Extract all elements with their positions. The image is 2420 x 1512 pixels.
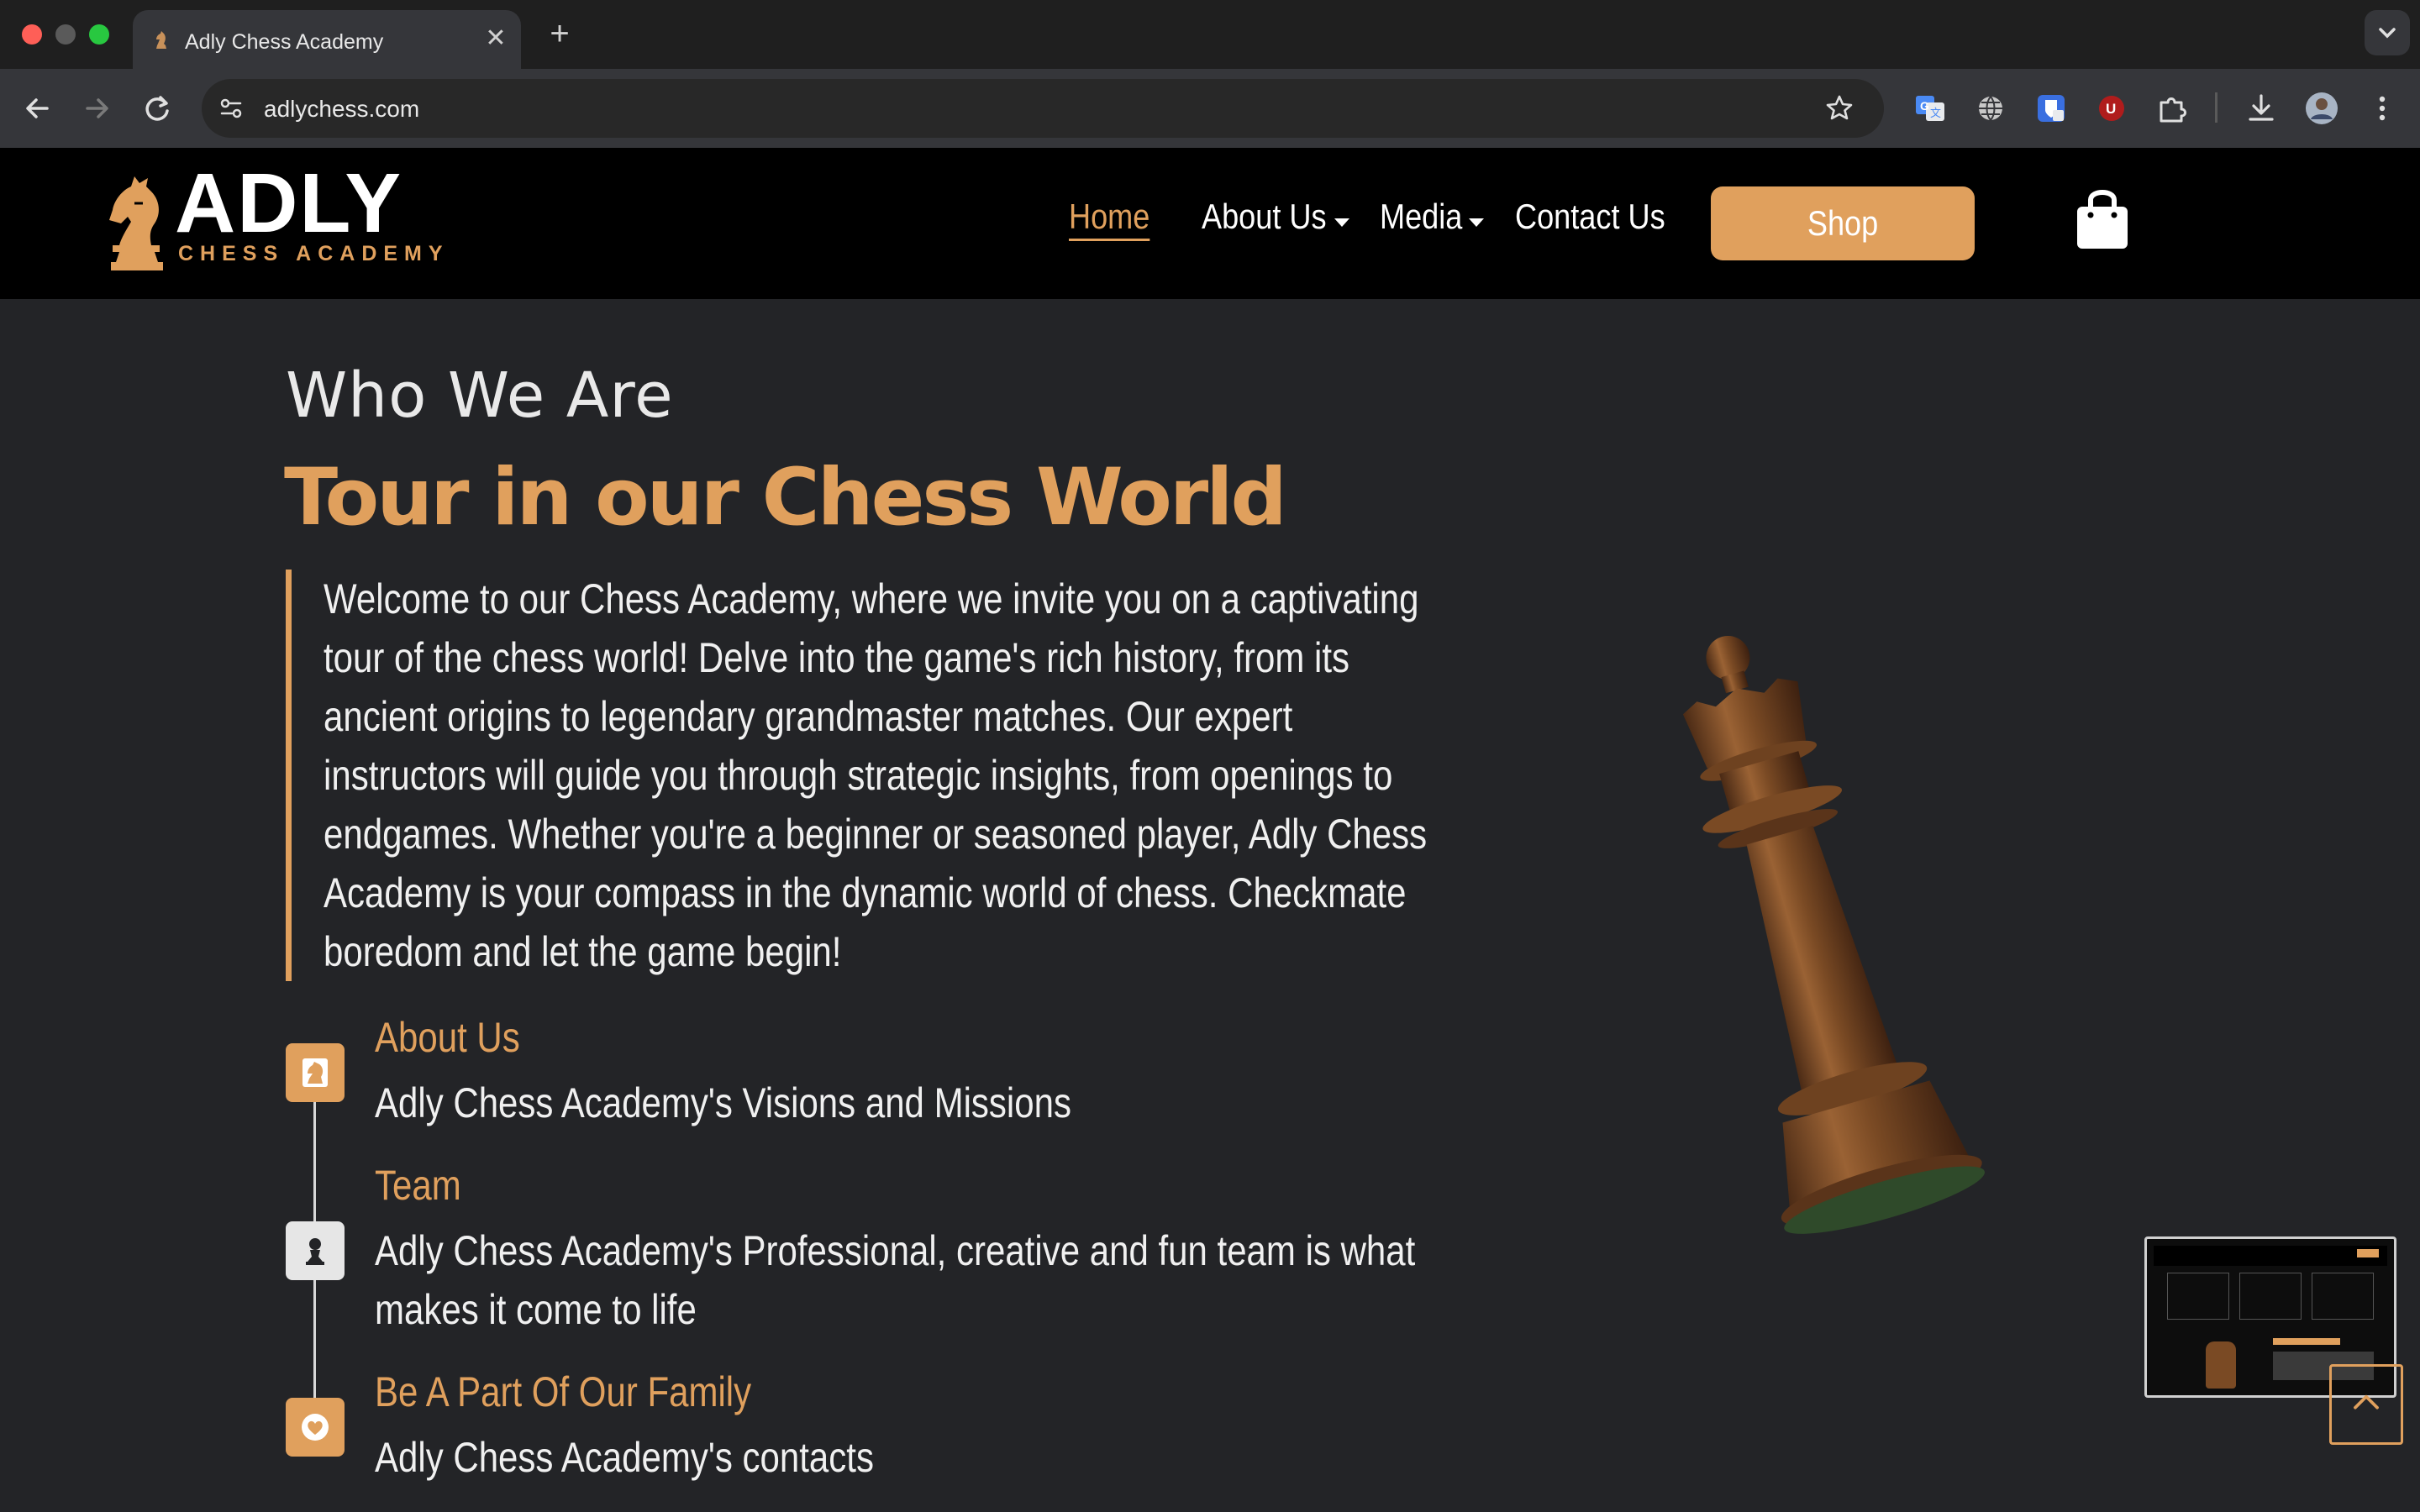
more-menu-icon[interactable]	[2361, 87, 2403, 129]
timeline-title-about[interactable]: About Us	[375, 1013, 520, 1062]
intro-quote: Welcome to our Chess Academy, where we i…	[286, 570, 1462, 981]
bitwarden-extension-icon[interactable]	[2030, 87, 2072, 129]
about-caret-icon[interactable]	[1334, 218, 1349, 227]
media-caret-icon[interactable]	[1469, 218, 1484, 227]
pawn-icon	[306, 1238, 324, 1265]
scroll-to-top-button[interactable]	[2329, 1364, 2403, 1445]
tab-search-button[interactable]	[2365, 10, 2410, 55]
timeline-desc-family: Adly Chess Academy's contacts	[375, 1434, 874, 1481]
toolbar-separator	[2215, 92, 2217, 123]
back-arrow-icon[interactable]	[17, 87, 59, 129]
logo-wordmark[interactable]: ADLY	[175, 161, 402, 245]
chess-queen-image	[1682, 635, 1985, 1234]
timeline-icon-team	[286, 1221, 345, 1280]
browser-tab-bar: Adly Chess Academy ✕ +	[0, 0, 2420, 69]
shop-button-label: Shop	[1807, 203, 1879, 243]
ublock-extension-icon[interactable]: U	[2091, 87, 2133, 129]
bookmark-star-icon[interactable]	[1823, 92, 1855, 124]
svg-text:文: 文	[1930, 107, 1941, 119]
preview-header	[2154, 1246, 2387, 1266]
section-headline: Tour in our Chess World	[284, 452, 1287, 543]
timeline-icon-family	[286, 1398, 345, 1457]
reload-icon[interactable]	[136, 87, 178, 129]
logo-subtitle: CHESS ACADEMY	[178, 242, 450, 265]
preview-card	[2312, 1273, 2374, 1320]
preview-heading-bar	[2273, 1338, 2340, 1345]
knight-favicon-icon	[156, 31, 166, 49]
svg-text:G: G	[1920, 99, 1929, 113]
new-tab-button[interactable]: +	[541, 17, 578, 54]
knight-logo-icon[interactable]	[103, 171, 170, 274]
timeline-desc-team: Adly Chess Academy's Professional, creat…	[375, 1227, 1416, 1333]
browser-tab[interactable]: Adly Chess Academy ✕	[133, 10, 521, 69]
nav-home[interactable]: Home	[1069, 197, 1150, 241]
tab-close-icon[interactable]: ✕	[481, 24, 511, 54]
forward-arrow-icon[interactable]	[76, 87, 118, 129]
close-window-button[interactable]	[22, 24, 42, 45]
nav-media[interactable]: Media	[1380, 197, 1462, 237]
shopping-bag-icon[interactable]	[2074, 186, 2131, 250]
site-settings-icon[interactable]	[217, 94, 245, 123]
intro-paragraph: Welcome to our Chess Academy, where we i…	[324, 575, 1428, 975]
timeline-title-family[interactable]: Be A Part Of Our Family	[375, 1368, 751, 1416]
maximize-window-button[interactable]	[89, 24, 109, 45]
svg-text:U: U	[2106, 101, 2116, 117]
profile-avatar-icon[interactable]	[2301, 87, 2343, 129]
tab-title: Adly Chess Academy	[185, 30, 384, 54]
shop-button[interactable]: Shop	[1711, 186, 1975, 260]
download-icon[interactable]	[2240, 87, 2282, 129]
minimize-window-button[interactable]	[55, 24, 76, 45]
extensions-puzzle-icon[interactable]	[2151, 87, 2193, 129]
heart-icon	[302, 1414, 329, 1441]
preview-knight-image	[2206, 1341, 2236, 1389]
chevron-up-icon	[2354, 1394, 2379, 1410]
preview-card	[2239, 1273, 2302, 1320]
url-text: adlychess.com	[264, 96, 420, 122]
address-bar[interactable]: adlychess.com	[202, 79, 1884, 138]
preview-shop-chip	[2357, 1249, 2379, 1257]
timeline-title-team[interactable]: Team	[375, 1161, 461, 1210]
timeline-icon-about	[286, 1043, 345, 1102]
globe-extension-icon[interactable]	[1970, 87, 2012, 129]
nav-contact-us[interactable]: Contact Us	[1515, 197, 1665, 237]
knight-icon	[302, 1058, 328, 1087]
section-eyebrow: Who We Are	[286, 360, 674, 432]
nav-about-us[interactable]: About Us	[1202, 197, 1327, 237]
preview-card	[2167, 1273, 2229, 1320]
site-header: ADLY CHESS ACADEMY Home About Us Media C…	[0, 148, 2420, 299]
timeline-desc-about: Adly Chess Academy's Visions and Mission…	[375, 1079, 1071, 1126]
translate-extension-icon[interactable]: G 文	[1909, 87, 1951, 129]
chevron-down-icon	[2379, 28, 2396, 39]
browser-toolbar: adlychess.com G 文 U	[0, 69, 2420, 148]
